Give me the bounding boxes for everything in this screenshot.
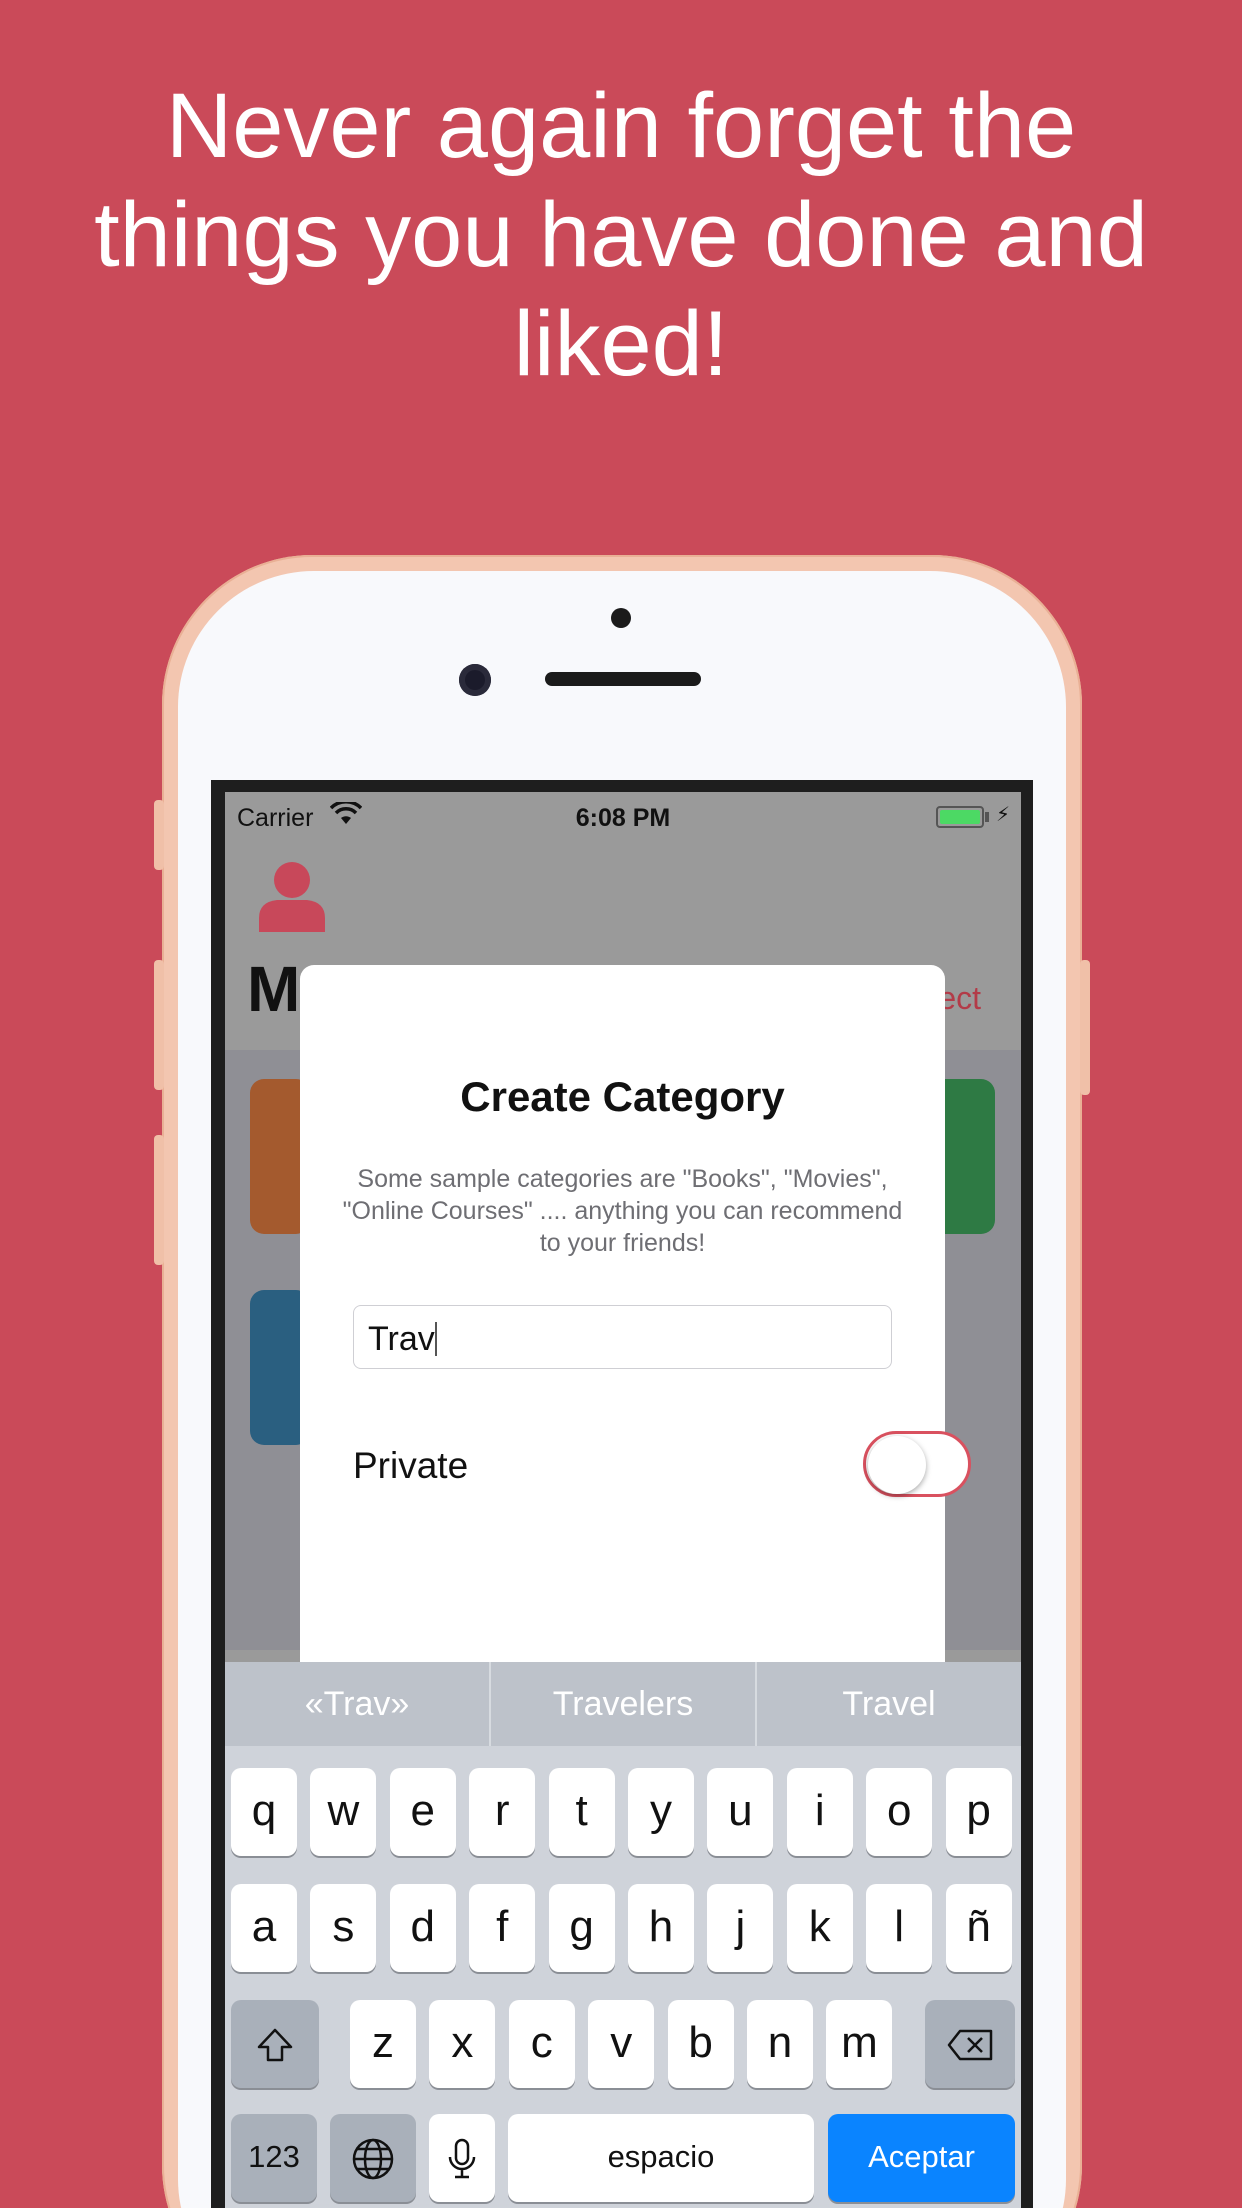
letter-key[interactable]: j	[707, 1884, 774, 1972]
letter-key[interactable]: h	[628, 1884, 694, 1972]
letter-key[interactable]: b	[667, 2000, 734, 2088]
letter-key[interactable]: v	[588, 2000, 655, 2088]
globe-icon	[352, 2139, 394, 2180]
letter-key[interactable]: s	[310, 1884, 377, 1972]
suggestion-item[interactable]: Travel	[757, 1662, 1021, 1746]
letter-key[interactable]: a	[231, 1884, 297, 1972]
mute-switch	[154, 800, 164, 870]
letter-key[interactable]: k	[786, 1884, 853, 1972]
letter-key[interactable]: p	[945, 1768, 1012, 1856]
letter-key[interactable]: u	[707, 1768, 774, 1856]
letter-key[interactable]: n	[747, 2000, 813, 2088]
shift-key[interactable]	[231, 2000, 319, 2088]
letter-key[interactable]: y	[628, 1768, 694, 1856]
letter-key[interactable]: ñ	[945, 1884, 1012, 1972]
text-caret	[434, 1322, 437, 1356]
suggestion-item[interactable]: Travelers	[491, 1662, 755, 1746]
proximity-sensor	[611, 608, 631, 628]
letter-key[interactable]: z	[350, 2000, 416, 2088]
profile-avatar-icon[interactable]	[257, 860, 327, 932]
create-category-dialog: Create Category Some sample categories a…	[300, 965, 971, 1685]
letter-key[interactable]: l	[866, 1884, 933, 1972]
volume-up-button	[154, 960, 164, 1090]
letter-key[interactable]: q	[231, 1768, 297, 1856]
letter-key[interactable]: m	[826, 2000, 893, 2088]
category-name-value: Trav	[368, 1320, 435, 1358]
phone-screen: Carrier 6:08 PM ⚡ M e c t Create Category …	[225, 792, 1021, 2208]
background-page-title: M	[247, 953, 301, 1025]
dialog-description: Some sample categories are "Books", "Mov…	[342, 1165, 903, 1257]
private-toggle[interactable]	[863, 1431, 971, 1497]
earpiece-speaker	[545, 672, 701, 686]
return-key[interactable]: Aceptar	[828, 2114, 1015, 2202]
microphone-icon	[448, 2139, 476, 2179]
letter-key[interactable]: g	[548, 1884, 615, 1972]
private-label: Private	[353, 1445, 469, 1486]
shift-icon	[257, 2029, 293, 2062]
battery-tip	[985, 812, 989, 822]
volume-down-button	[154, 1135, 164, 1265]
status-bar: Carrier 6:08 PM ⚡	[225, 792, 1021, 842]
category-name-input[interactable]: Trav	[353, 1305, 892, 1369]
battery-icon	[936, 806, 984, 828]
power-button	[1080, 960, 1090, 1095]
letter-key[interactable]: e	[389, 1768, 456, 1856]
letter-key[interactable]: r	[469, 1768, 536, 1856]
letter-key[interactable]: f	[469, 1884, 536, 1972]
charging-bolt-icon: ⚡	[996, 804, 1011, 826]
globe-key[interactable]	[330, 2114, 416, 2202]
front-camera	[459, 664, 491, 696]
dialog-title: Create Category	[460, 1073, 785, 1120]
delete-key[interactable]	[925, 2000, 1015, 2088]
letter-key[interactable]: d	[389, 1884, 456, 1972]
suggestion-bar: «Trav» Travelers Travel	[225, 1662, 1021, 1746]
letter-key[interactable]: w	[310, 1768, 377, 1856]
letter-key[interactable]: t	[548, 1768, 615, 1856]
backspace-icon	[947, 2030, 993, 2061]
dictation-key[interactable]	[429, 2114, 495, 2202]
toggle-knob	[868, 1436, 926, 1494]
letter-key[interactable]: i	[786, 1768, 853, 1856]
letter-key[interactable]: c	[508, 2000, 575, 2088]
space-key[interactable]: espacio	[508, 2114, 814, 2202]
keyboard: «Trav» Travelers Travel qwertyuiop asdfg…	[225, 1662, 1021, 2208]
headline: Never again forget the things you have d…	[94, 75, 1148, 395]
numbers-key[interactable]: 123	[231, 2114, 317, 2202]
letter-key[interactable]: x	[429, 2000, 496, 2088]
suggestion-item[interactable]: «Trav»	[225, 1662, 489, 1746]
status-time: 6:08 PM	[575, 804, 671, 832]
letter-key[interactable]: o	[866, 1768, 933, 1856]
